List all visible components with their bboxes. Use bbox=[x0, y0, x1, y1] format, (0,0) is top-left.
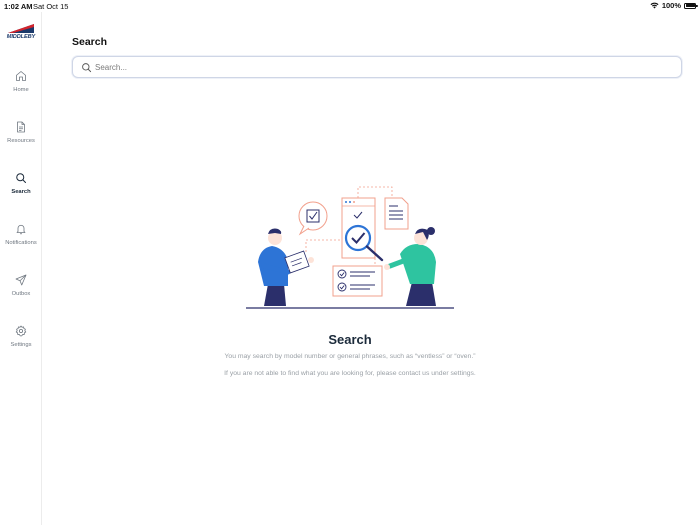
man-figure bbox=[258, 228, 314, 306]
sidebar-item-resources[interactable]: Resources bbox=[0, 119, 42, 159]
logo-mark-icon bbox=[8, 24, 34, 33]
status-time: 1:02 AM bbox=[4, 2, 33, 11]
sidebar-item-label: Search bbox=[11, 189, 31, 195]
document-card bbox=[384, 197, 409, 230]
sidebar-item-label: Resources bbox=[7, 138, 35, 144]
sidebar-item-outbox[interactable]: Outbox bbox=[0, 272, 42, 312]
logo-text: MIDDLEBY bbox=[6, 34, 36, 40]
empty-state-help-text: If you are not able to find what you are… bbox=[224, 370, 476, 377]
empty-state-description: You may search by model number or genera… bbox=[224, 353, 476, 360]
search-icon bbox=[16, 173, 26, 183]
speech-bubble bbox=[298, 201, 328, 236]
search-input[interactable] bbox=[95, 59, 665, 75]
checklist-card bbox=[332, 265, 383, 297]
status-date: Sat Oct 15 bbox=[33, 2, 69, 11]
sidebar-item-notifications[interactable]: Notifications bbox=[0, 221, 42, 261]
battery-icon bbox=[684, 2, 698, 9]
dashed-connector bbox=[305, 239, 340, 252]
search-illustration bbox=[246, 186, 454, 309]
wifi-icon bbox=[650, 2, 659, 9]
battery-percent: 100% bbox=[661, 1, 681, 10]
paper-plane-icon bbox=[15, 274, 27, 286]
empty-state-title: Search bbox=[328, 332, 372, 347]
search-icon bbox=[82, 63, 92, 73]
sidebar: MIDDLEBY Home Resources Search Notificat… bbox=[0, 12, 42, 525]
status-bar: 1:02 AM Sat Oct 15 100% bbox=[0, 0, 700, 12]
sidebar-item-search[interactable]: Search bbox=[0, 170, 42, 210]
home-icon bbox=[16, 71, 26, 81]
sidebar-item-label: Notifications bbox=[5, 240, 37, 246]
sidebar-item-home[interactable]: Home bbox=[0, 68, 42, 108]
middleby-logo: MIDDLEBY bbox=[5, 22, 37, 42]
woman-figure bbox=[384, 227, 436, 306]
sidebar-item-label: Home bbox=[13, 87, 29, 93]
dashed-connector bbox=[357, 186, 393, 198]
sidebar-item-label: Outbox bbox=[11, 291, 31, 297]
bell-icon bbox=[16, 224, 26, 235]
page-title: Search bbox=[72, 36, 108, 48]
search-bar[interactable] bbox=[72, 56, 682, 78]
document-icon bbox=[17, 121, 25, 133]
status-right: 100% bbox=[650, 1, 698, 10]
